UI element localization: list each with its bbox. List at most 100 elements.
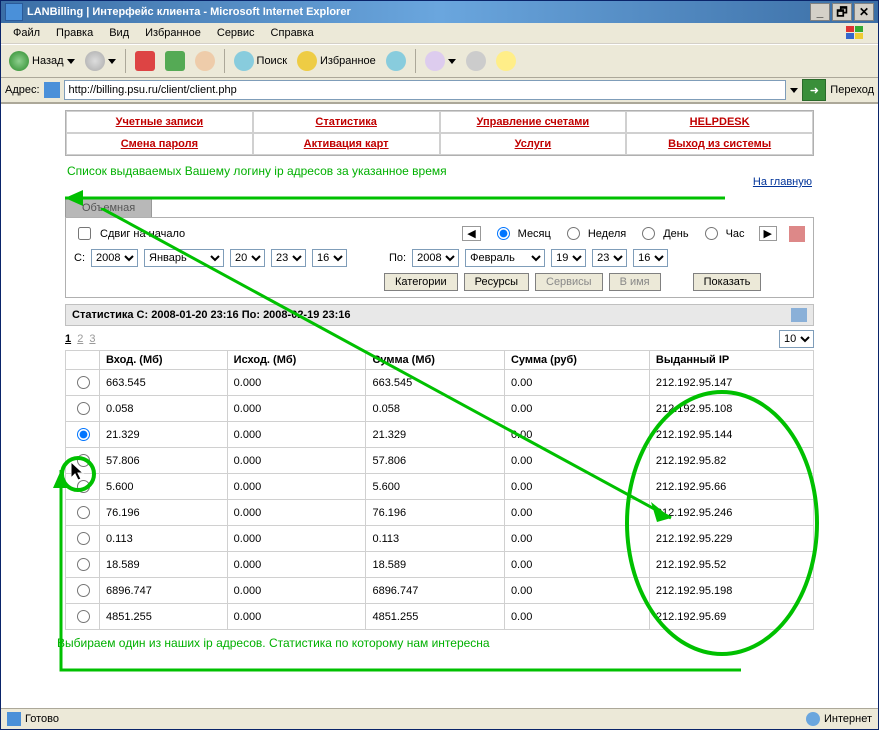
btn-show[interactable]: Показать bbox=[693, 273, 762, 291]
dropdown-icon bbox=[108, 59, 116, 64]
restore-button[interactable]: 🗗 bbox=[832, 3, 852, 21]
history-icon bbox=[386, 51, 406, 71]
row-radio[interactable] bbox=[77, 402, 90, 415]
go-button[interactable]: ➜ bbox=[802, 79, 826, 101]
btn-resources[interactable]: Ресурсы bbox=[464, 273, 529, 291]
from-month[interactable]: Январь bbox=[144, 249, 224, 267]
favorites-label: Избранное bbox=[320, 55, 376, 67]
history-button[interactable] bbox=[382, 49, 410, 73]
cell-sum-rub: 0.00 bbox=[504, 422, 649, 448]
row-radio[interactable] bbox=[77, 532, 90, 545]
page-2[interactable]: 2 bbox=[77, 333, 83, 345]
nav-cards[interactable]: Активация карт bbox=[304, 138, 389, 150]
nav-billing[interactable]: Управление счетами bbox=[477, 116, 590, 128]
dropdown-icon[interactable] bbox=[790, 88, 798, 93]
mail-button[interactable] bbox=[421, 49, 460, 73]
btn-categories[interactable]: Категории bbox=[384, 273, 458, 291]
from-day[interactable]: 20 bbox=[230, 249, 265, 267]
separator bbox=[224, 49, 225, 73]
forward-button[interactable] bbox=[81, 49, 120, 73]
pager: 1 2 3 10 bbox=[65, 330, 814, 348]
page-3[interactable]: 3 bbox=[89, 333, 95, 345]
row-radio[interactable] bbox=[77, 610, 90, 623]
menu-edit[interactable]: Правка bbox=[48, 25, 101, 41]
separator bbox=[125, 49, 126, 73]
row-radio[interactable] bbox=[77, 376, 90, 389]
annotation-bottom: Выбираем один из наших ip адресов. Стати… bbox=[57, 636, 878, 650]
radio-day[interactable] bbox=[642, 227, 655, 240]
cell-sum-mb: 57.806 bbox=[366, 448, 504, 474]
radio-hour[interactable] bbox=[705, 227, 718, 240]
nav-services[interactable]: Услуги bbox=[515, 138, 552, 150]
nav-accounts[interactable]: Учетные записи bbox=[116, 116, 204, 128]
from-year[interactable]: 2008 bbox=[91, 249, 138, 267]
to-year[interactable]: 2008 bbox=[412, 249, 459, 267]
nav-logout[interactable]: Выход из системы bbox=[668, 138, 771, 150]
nav-stats[interactable]: Статистика bbox=[315, 116, 377, 128]
refresh-icon bbox=[165, 51, 185, 71]
page-1[interactable]: 1 bbox=[65, 333, 71, 345]
back-label: Назад bbox=[32, 55, 64, 67]
print-button[interactable] bbox=[462, 49, 490, 73]
home-link[interactable]: На главную bbox=[753, 176, 812, 188]
menu-file[interactable]: Файл bbox=[5, 25, 48, 41]
cell-ip: 212.192.95.144 bbox=[649, 422, 813, 448]
radio-week[interactable] bbox=[567, 227, 580, 240]
row-radio[interactable] bbox=[77, 480, 90, 493]
btn-in-name: В имя bbox=[609, 273, 661, 291]
nav-helpdesk[interactable]: HELPDESK bbox=[690, 116, 750, 128]
row-radio[interactable] bbox=[77, 584, 90, 597]
radio-month[interactable] bbox=[497, 227, 510, 240]
mail-icon bbox=[425, 51, 445, 71]
page-size[interactable]: 10 bbox=[779, 330, 814, 348]
stop-button[interactable] bbox=[131, 49, 159, 73]
menu-service[interactable]: Сервис bbox=[209, 25, 263, 41]
refresh-button[interactable] bbox=[161, 49, 189, 73]
minimize-button[interactable]: _ bbox=[810, 3, 830, 21]
globe-icon bbox=[806, 712, 820, 726]
print-icon[interactable] bbox=[791, 308, 807, 322]
col-ip: Выданный IP bbox=[649, 351, 813, 370]
home-button[interactable] bbox=[191, 49, 219, 73]
to-min[interactable]: 16 bbox=[633, 249, 668, 267]
row-radio[interactable] bbox=[77, 506, 90, 519]
address-bar: Адрес: ➜ Переход bbox=[1, 78, 878, 103]
row-radio[interactable] bbox=[77, 558, 90, 571]
slider-prev-icon[interactable]: ◀ bbox=[462, 226, 480, 241]
to-hour[interactable]: 23 bbox=[592, 249, 627, 267]
to-day[interactable]: 19 bbox=[551, 249, 586, 267]
cell-out: 0.000 bbox=[227, 422, 366, 448]
cell-in: 663.545 bbox=[100, 370, 228, 396]
table-row: 6896.7470.0006896.7470.00212.192.95.198 bbox=[66, 578, 814, 604]
cell-out: 0.000 bbox=[227, 396, 366, 422]
cell-sum-rub: 0.00 bbox=[504, 370, 649, 396]
row-radio[interactable] bbox=[77, 428, 90, 441]
cell-in: 0.113 bbox=[100, 526, 228, 552]
col-sum-mb: Сумма (Мб) bbox=[366, 351, 504, 370]
close-button[interactable]: ✕ bbox=[854, 3, 874, 21]
favorites-button[interactable]: Избранное bbox=[293, 49, 380, 73]
to-month[interactable]: Февраль bbox=[465, 249, 545, 267]
back-button[interactable]: Назад bbox=[5, 49, 79, 73]
cell-sum-rub: 0.00 bbox=[504, 552, 649, 578]
menu-favorites[interactable]: Избранное bbox=[137, 25, 209, 41]
row-radio[interactable] bbox=[77, 454, 90, 467]
edit-button[interactable] bbox=[492, 49, 520, 73]
tab-volume[interactable]: Объемная bbox=[65, 198, 152, 217]
shift-label: Сдвиг на начало bbox=[100, 228, 185, 240]
table-row: 18.5890.00018.5890.00212.192.95.52 bbox=[66, 552, 814, 578]
cell-in: 57.806 bbox=[100, 448, 228, 474]
col-in: Вход. (Мб) bbox=[100, 351, 228, 370]
menu-view[interactable]: Вид bbox=[101, 25, 137, 41]
address-input[interactable] bbox=[64, 80, 787, 100]
nav-password[interactable]: Смена пароля bbox=[121, 138, 198, 150]
calendar-icon[interactable] bbox=[789, 226, 805, 242]
search-button[interactable]: Поиск bbox=[230, 49, 291, 73]
btn-services: Сервисы bbox=[535, 273, 603, 291]
slider-next-icon[interactable]: ▶ bbox=[759, 226, 777, 241]
from-min[interactable]: 16 bbox=[312, 249, 347, 267]
from-hour[interactable]: 23 bbox=[271, 249, 306, 267]
cell-sum-rub: 0.00 bbox=[504, 578, 649, 604]
menu-help[interactable]: Справка bbox=[263, 25, 322, 41]
shift-checkbox[interactable] bbox=[78, 227, 91, 240]
